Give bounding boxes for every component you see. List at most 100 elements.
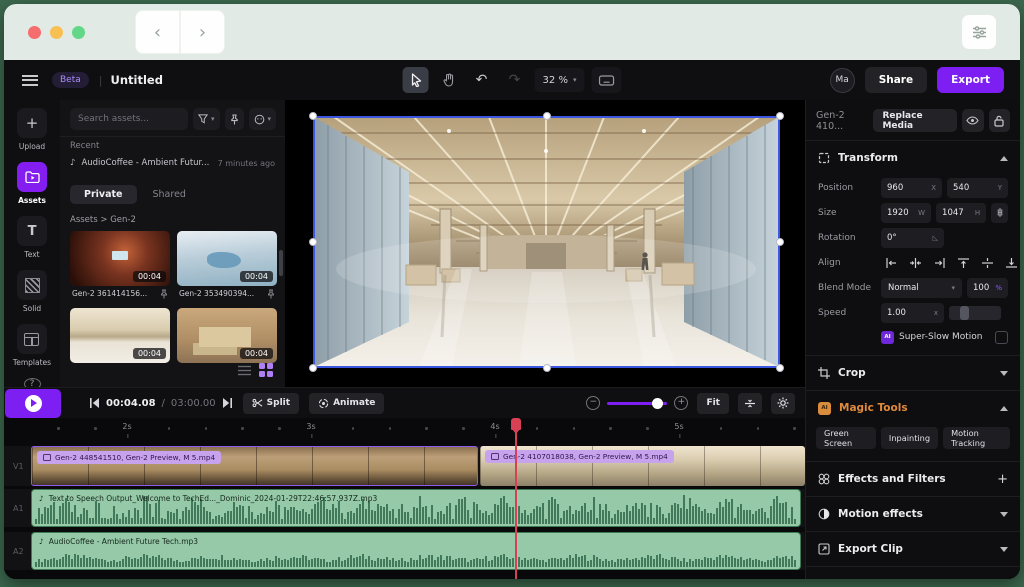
resize-handle-se[interactable]: [776, 364, 784, 372]
timeline-settings-button[interactable]: [771, 393, 795, 414]
share-button[interactable]: Share: [865, 67, 927, 93]
timeline-zoom-slider[interactable]: [607, 402, 667, 405]
sidebar-item-assets[interactable]: Assets: [17, 162, 47, 205]
close-window-button[interactable]: [28, 26, 41, 39]
video-clip-1[interactable]: Gen-2 448541510, Gen-2 Preview, M 5.mp4: [31, 446, 478, 486]
playhead-handle[interactable]: [511, 418, 521, 430]
motion-effects-section-header[interactable]: Motion effects: [806, 497, 1020, 531]
timeline-zoom-out-button[interactable]: −: [586, 396, 600, 410]
magic-tools-section-header[interactable]: AI Magic Tools: [806, 391, 1020, 425]
resize-handle-sw[interactable]: [309, 364, 317, 372]
resize-handle-w[interactable]: [309, 238, 317, 246]
redo-button[interactable]: ↷: [502, 67, 528, 93]
size-w-input[interactable]: 1920W: [881, 203, 931, 223]
select-tool-button[interactable]: [403, 67, 429, 93]
zoom-level-dropdown[interactable]: 32 % ▾: [535, 68, 585, 92]
resize-handle-s[interactable]: [543, 364, 551, 372]
browser-settings-button[interactable]: [962, 15, 996, 49]
speed-input[interactable]: 1.00x: [881, 303, 944, 323]
back-button[interactable]: ‹: [135, 10, 180, 54]
hand-tool-button[interactable]: [436, 67, 462, 93]
avatar[interactable]: Ma: [830, 68, 855, 93]
align-bottom-button[interactable]: [1001, 253, 1020, 272]
breadcrumb[interactable]: Assets > Gen-2: [60, 210, 285, 231]
skip-start-button[interactable]: [89, 398, 100, 408]
forward-button[interactable]: ›: [180, 10, 225, 54]
play-button[interactable]: [5, 389, 61, 418]
lock-button[interactable]: [989, 109, 1010, 132]
slowmo-checkbox[interactable]: [995, 331, 1008, 344]
align-right-button[interactable]: [929, 253, 950, 272]
asset-thumbnail-showroom[interactable]: 00:04: [177, 231, 277, 286]
green-screen-button[interactable]: Green Screen: [816, 427, 876, 449]
sidebar-item-solid[interactable]: Solid: [17, 270, 47, 313]
filter-button[interactable]: ▾: [193, 108, 220, 130]
search-input[interactable]: [70, 108, 188, 130]
visibility-button[interactable]: [962, 109, 983, 132]
motion-tracking-button[interactable]: Motion Tracking: [943, 427, 1010, 449]
opacity-input[interactable]: 100%: [967, 278, 1008, 298]
sidebar-item-upload[interactable]: + Upload: [17, 108, 47, 151]
inpainting-button[interactable]: Inpainting: [881, 427, 938, 449]
video-clip-2[interactable]: Gen-2 4107018038, Gen-2 Preview, M 5.mp4: [480, 446, 805, 486]
crop-section-header[interactable]: Crop: [806, 356, 1020, 390]
list-view-button[interactable]: [238, 365, 251, 376]
rotation-input[interactable]: 0°◺: [881, 228, 944, 248]
resize-handle-n[interactable]: [543, 112, 551, 120]
timeline-zoom-knob[interactable]: [652, 398, 663, 409]
transform-section-header[interactable]: Transform: [806, 141, 1020, 175]
timeline[interactable]: 2s 3s 4s 5s V1 A1 A2 Gen-2 448541510, Ge…: [4, 418, 805, 579]
asset-thumbnail-lobby[interactable]: 00:04: [70, 308, 170, 363]
split-button[interactable]: Split: [243, 393, 299, 414]
blend-mode-select[interactable]: Normal▾: [881, 278, 962, 298]
maximize-window-button[interactable]: [72, 26, 85, 39]
audio-clip-1[interactable]: ♪Text to Speech Output_Welcome to TechEd…: [31, 489, 801, 527]
minimize-window-button[interactable]: [50, 26, 63, 39]
sidebar-item-text[interactable]: T Text: [17, 216, 47, 259]
preview-canvas[interactable]: [285, 100, 805, 387]
link-dimensions-button[interactable]: [991, 203, 1008, 223]
resize-handle-ne[interactable]: [776, 112, 784, 120]
more-options-button[interactable]: ▾: [249, 108, 277, 130]
export-button[interactable]: Export: [937, 67, 1004, 93]
speed-slider[interactable]: [949, 306, 1001, 320]
tab-shared[interactable]: Shared: [153, 189, 186, 200]
asset-thumbnail-aerial[interactable]: 00:04: [177, 308, 277, 363]
position-y-input[interactable]: 540Y: [947, 178, 1008, 198]
scrollbar-thumb[interactable]: [279, 250, 283, 276]
playhead[interactable]: [515, 418, 517, 579]
effects-section-header[interactable]: Effects and Filters +: [806, 462, 1020, 496]
export-clip-section-header[interactable]: Export Clip: [806, 532, 1020, 566]
project-title[interactable]: Untitled: [110, 73, 162, 87]
size-h-input[interactable]: 1047H: [936, 203, 986, 223]
align-top-button[interactable]: [953, 253, 974, 272]
align-center-h-button[interactable]: [905, 253, 926, 272]
selected-video-clip[interactable]: [314, 117, 779, 367]
pin-icon[interactable]: [267, 289, 275, 299]
align-middle-v-button[interactable]: [977, 253, 998, 272]
timeline-ruler[interactable]: 2s 3s 4s 5s: [4, 418, 805, 440]
skip-end-button[interactable]: [222, 398, 233, 408]
recent-asset-item[interactable]: ♪ AudioCoffee - Ambient Futur... 7 minut…: [60, 153, 285, 173]
grid-view-button[interactable]: [259, 363, 273, 377]
fit-button[interactable]: Fit: [697, 393, 729, 414]
speed-slider-knob[interactable]: [960, 306, 969, 320]
align-left-button[interactable]: [881, 253, 902, 272]
pin-icon[interactable]: [160, 289, 168, 299]
audio-clip-2[interactable]: ♪AudioCoffee - Ambient Future Tech.mp3: [31, 532, 801, 570]
resize-handle-nw[interactable]: [309, 112, 317, 120]
position-x-input[interactable]: 960X: [881, 178, 942, 198]
asset-thumbnail-theater[interactable]: 00:04: [70, 231, 170, 286]
menu-icon[interactable]: [22, 75, 38, 86]
sidebar-item-templates[interactable]: Templates: [13, 324, 51, 367]
replace-media-button[interactable]: Replace Media: [873, 109, 957, 132]
collapse-tracks-button[interactable]: [738, 393, 762, 414]
resize-handle-e[interactable]: [776, 238, 784, 246]
pin-button[interactable]: [225, 108, 244, 130]
add-effect-icon[interactable]: +: [997, 472, 1008, 487]
shortcuts-button[interactable]: [591, 67, 621, 93]
timeline-zoom-in-button[interactable]: +: [674, 396, 688, 410]
animate-button[interactable]: Animate: [309, 393, 384, 414]
undo-button[interactable]: ↶: [469, 67, 495, 93]
tab-private[interactable]: Private: [70, 185, 137, 204]
